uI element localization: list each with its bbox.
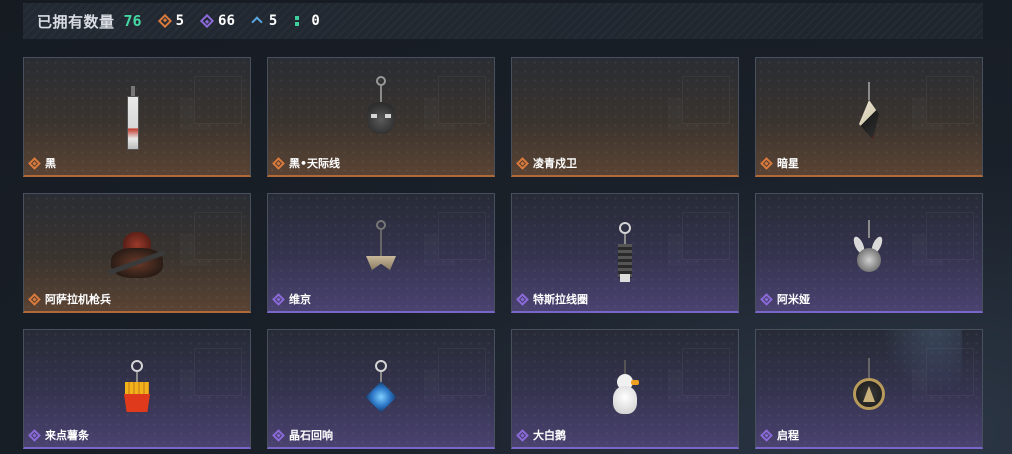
card-decoration xyxy=(438,76,486,124)
card-name-row: 黑•天际线 xyxy=(272,155,341,171)
card-decoration xyxy=(682,76,730,124)
charm-name: 晶石回响 xyxy=(289,429,333,442)
orange-diamond-icon xyxy=(157,13,172,29)
charm-card[interactable]: 黑 xyxy=(23,57,251,177)
card-decoration xyxy=(926,348,974,396)
charm-name: 大白鹅 xyxy=(533,429,566,442)
stat-orange: 5 xyxy=(157,13,185,29)
charm-name: 黑 xyxy=(45,157,56,170)
charm-name: 暗星 xyxy=(777,157,799,170)
card-decoration xyxy=(194,348,242,396)
purple-diamond-icon xyxy=(516,428,529,442)
red-black-tag-icon xyxy=(117,76,157,156)
gunner-figure-icon xyxy=(107,212,167,292)
orange-diamond-icon xyxy=(516,156,529,170)
charm-card[interactable]: 启程 xyxy=(755,329,983,449)
card-name-row: 凌青戍卫 xyxy=(516,155,577,171)
stat-orange-value: 5 xyxy=(175,13,185,29)
blue-crystal-icon xyxy=(361,348,401,428)
tesla-coil-icon xyxy=(605,212,645,292)
orange-diamond-icon xyxy=(28,156,41,170)
fries-icon xyxy=(117,348,157,428)
card-decoration xyxy=(682,212,730,260)
charm-name: 阿萨拉机枪兵 xyxy=(45,293,111,306)
charm-name: 阿米娅 xyxy=(777,293,810,306)
purple-diamond-icon xyxy=(272,428,285,442)
dark-blade-icon xyxy=(849,76,889,156)
card-decoration xyxy=(438,212,486,260)
charm-name: 凌青戍卫 xyxy=(533,157,577,170)
card-name-row: 特斯拉线圈 xyxy=(516,291,588,307)
stat-purple: 66 xyxy=(199,13,235,29)
blue-chevron-icon xyxy=(253,16,263,26)
stat-green: 0 xyxy=(295,13,320,29)
orange-diamond-icon xyxy=(760,156,773,170)
card-name-row: 大白鹅 xyxy=(516,427,566,443)
card-decoration xyxy=(438,348,486,396)
charm-card[interactable]: 阿米娅 xyxy=(755,193,983,313)
card-name-row: 来点薯条 xyxy=(28,427,89,443)
card-name-row: 黑 xyxy=(28,155,56,171)
round-medallion-icon xyxy=(849,348,889,428)
purple-diamond-icon xyxy=(28,428,41,442)
owned-count: 76 xyxy=(123,12,142,30)
charm-card[interactable]: 黑•天际线 xyxy=(267,57,495,177)
purple-diamond-icon xyxy=(760,428,773,442)
purple-diamond-icon xyxy=(272,292,285,306)
bunny-head-icon xyxy=(849,212,889,292)
stat-blue: 5 xyxy=(253,13,277,29)
charm-name: 维京 xyxy=(289,293,311,306)
purple-diamond-icon xyxy=(760,292,773,306)
charm-card[interactable]: 大白鹅 xyxy=(511,329,739,449)
white-goose-icon xyxy=(605,348,645,428)
card-decoration xyxy=(926,212,974,260)
stat-green-value: 0 xyxy=(311,13,320,29)
charm-card[interactable]: 凌青戍卫 xyxy=(511,57,739,177)
charm-name: 来点薯条 xyxy=(45,429,89,442)
orange-diamond-icon xyxy=(28,292,41,306)
charm-name: 启程 xyxy=(777,429,799,442)
card-decoration xyxy=(194,212,242,260)
charm-card[interactable]: 特斯拉线圈 xyxy=(511,193,739,313)
card-decoration xyxy=(194,76,242,124)
purple-diamond-icon xyxy=(199,13,215,29)
card-name-row: 晶石回响 xyxy=(272,427,333,443)
charm-card[interactable]: 维京 xyxy=(267,193,495,313)
stat-purple-value: 66 xyxy=(218,13,235,29)
card-name-row: 暗星 xyxy=(760,155,799,171)
owned-label: 已拥有数量 xyxy=(37,12,115,31)
charm-card[interactable]: 来点薯条 xyxy=(23,329,251,449)
charm-card[interactable]: 晶石回响 xyxy=(267,329,495,449)
dark-head-icon xyxy=(361,76,401,156)
card-name-row: 阿米娅 xyxy=(760,291,810,307)
card-decoration xyxy=(926,76,974,124)
card-name-row: 阿萨拉机枪兵 xyxy=(28,291,111,307)
charm-name: 黑•天际线 xyxy=(289,157,341,170)
purple-diamond-icon xyxy=(516,292,529,306)
charm-name: 特斯拉线圈 xyxy=(533,293,588,306)
card-decoration xyxy=(682,348,730,396)
green-dots-icon xyxy=(295,16,305,26)
owned-summary-bar: 已拥有数量 76 5 66 5 0 xyxy=(23,3,983,39)
card-name-row: 维京 xyxy=(272,291,311,307)
card-name-row: 启程 xyxy=(760,427,799,443)
charm-card[interactable]: 暗星 xyxy=(755,57,983,177)
orange-diamond-icon xyxy=(272,156,285,170)
axe-icon xyxy=(361,212,401,292)
stat-blue-value: 5 xyxy=(268,13,278,29)
charm-card[interactable]: 阿萨拉机枪兵 xyxy=(23,193,251,313)
charm-grid: 黑 黑•天际线 凌青戍卫 暗星 阿萨拉机枪兵 维京 特斯拉线圈 阿米娅 来点薯条… xyxy=(23,57,983,449)
